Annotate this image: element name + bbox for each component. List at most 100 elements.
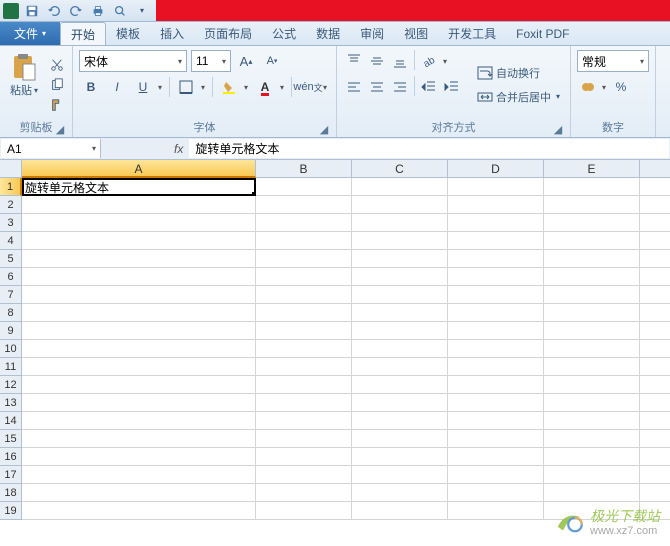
- col-header-c[interactable]: C: [352, 160, 448, 178]
- name-box-input[interactable]: [1, 142, 71, 156]
- cell[interactable]: [640, 448, 670, 466]
- cell[interactable]: [544, 466, 640, 484]
- cell[interactable]: [22, 466, 256, 484]
- cell[interactable]: [352, 376, 448, 394]
- col-header-a[interactable]: A: [22, 160, 256, 178]
- cell[interactable]: 旋转单元格文本: [22, 178, 256, 196]
- cell[interactable]: [640, 232, 670, 250]
- file-tab[interactable]: 文件▾: [0, 22, 60, 45]
- cell[interactable]: [544, 250, 640, 268]
- cell[interactable]: [22, 376, 256, 394]
- cell[interactable]: [544, 376, 640, 394]
- cell[interactable]: [22, 268, 256, 286]
- merge-center-button[interactable]: 合并后居中▾: [473, 86, 564, 108]
- formula-input[interactable]: [189, 139, 669, 158]
- cell[interactable]: [22, 196, 256, 214]
- name-box-dropdown[interactable]: ▾: [88, 144, 100, 153]
- row-header[interactable]: 15: [0, 430, 22, 448]
- cell[interactable]: [256, 394, 352, 412]
- cell[interactable]: [448, 178, 544, 196]
- row-header[interactable]: 19: [0, 502, 22, 520]
- cell[interactable]: [640, 466, 670, 484]
- format-painter-icon[interactable]: [48, 97, 66, 113]
- cell[interactable]: [448, 484, 544, 502]
- cell[interactable]: [544, 358, 640, 376]
- fill-color-dropdown[interactable]: ▾: [241, 76, 251, 98]
- col-header-d[interactable]: D: [448, 160, 544, 178]
- cell[interactable]: [256, 250, 352, 268]
- cell[interactable]: [352, 196, 448, 214]
- cell[interactable]: [352, 358, 448, 376]
- underline-button[interactable]: U: [131, 76, 155, 98]
- row-header[interactable]: 13: [0, 394, 22, 412]
- tab-insert[interactable]: 插入: [150, 22, 194, 45]
- align-left-icon[interactable]: [343, 76, 365, 98]
- row-header[interactable]: 2: [0, 196, 22, 214]
- cell[interactable]: [544, 340, 640, 358]
- number-format-combo[interactable]: 常规▾: [577, 50, 649, 72]
- cell[interactable]: [22, 448, 256, 466]
- print-icon[interactable]: [88, 2, 108, 20]
- row-header[interactable]: 18: [0, 484, 22, 502]
- cell[interactable]: [22, 430, 256, 448]
- font-name-combo[interactable]: 宋体▾: [79, 50, 187, 72]
- phonetic-dropdown[interactable]: ▾: [320, 76, 330, 98]
- cell[interactable]: [640, 304, 670, 322]
- cell[interactable]: [448, 394, 544, 412]
- cell[interactable]: [22, 304, 256, 322]
- cell[interactable]: [352, 268, 448, 286]
- cell[interactable]: [640, 412, 670, 430]
- cell[interactable]: [256, 304, 352, 322]
- cell[interactable]: [22, 502, 256, 520]
- cell[interactable]: [544, 430, 640, 448]
- cell[interactable]: [448, 340, 544, 358]
- row-header[interactable]: 7: [0, 286, 22, 304]
- cell[interactable]: [22, 250, 256, 268]
- cell[interactable]: [256, 322, 352, 340]
- cell[interactable]: [544, 484, 640, 502]
- phonetic-button[interactable]: wén文: [296, 76, 320, 98]
- cell[interactable]: [544, 268, 640, 286]
- cell[interactable]: [640, 484, 670, 502]
- border-button[interactable]: [174, 76, 198, 98]
- cell[interactable]: [640, 376, 670, 394]
- cell[interactable]: [256, 376, 352, 394]
- qat-more-icon[interactable]: ▾: [132, 2, 152, 20]
- cut-icon[interactable]: [48, 57, 66, 73]
- orientation-icon[interactable]: ab: [418, 50, 440, 72]
- cell[interactable]: [256, 448, 352, 466]
- cell[interactable]: [448, 322, 544, 340]
- cell[interactable]: [544, 322, 640, 340]
- col-header-f[interactable]: F: [640, 160, 670, 178]
- cell[interactable]: [22, 322, 256, 340]
- name-box[interactable]: ▾: [1, 139, 101, 158]
- fx-icon[interactable]: fx: [168, 138, 189, 159]
- paste-button[interactable]: 粘贴▾: [6, 50, 42, 100]
- cell[interactable]: [640, 196, 670, 214]
- clipboard-launcher-icon[interactable]: ◢: [54, 123, 66, 135]
- row-header[interactable]: 17: [0, 466, 22, 484]
- cell[interactable]: [448, 250, 544, 268]
- cell[interactable]: [256, 430, 352, 448]
- cell[interactable]: [544, 412, 640, 430]
- cell[interactable]: [352, 394, 448, 412]
- font-color-dropdown[interactable]: ▾: [277, 76, 287, 98]
- cell[interactable]: [22, 412, 256, 430]
- cell[interactable]: [640, 358, 670, 376]
- tab-home[interactable]: 开始: [60, 22, 106, 45]
- row-header[interactable]: 12: [0, 376, 22, 394]
- alignment-launcher-icon[interactable]: ◢: [552, 123, 564, 135]
- accounting-dropdown[interactable]: ▾: [599, 76, 609, 98]
- tab-developer[interactable]: 开发工具: [438, 22, 506, 45]
- increase-indent-icon[interactable]: [441, 76, 463, 98]
- tab-review[interactable]: 审阅: [350, 22, 394, 45]
- cell[interactable]: [448, 304, 544, 322]
- cell[interactable]: [352, 232, 448, 250]
- cell[interactable]: [448, 448, 544, 466]
- row-header[interactable]: 4: [0, 232, 22, 250]
- cell[interactable]: [256, 502, 352, 520]
- cell[interactable]: [22, 214, 256, 232]
- border-dropdown[interactable]: ▾: [198, 76, 208, 98]
- cell[interactable]: [22, 232, 256, 250]
- align-bottom-icon[interactable]: [389, 50, 411, 72]
